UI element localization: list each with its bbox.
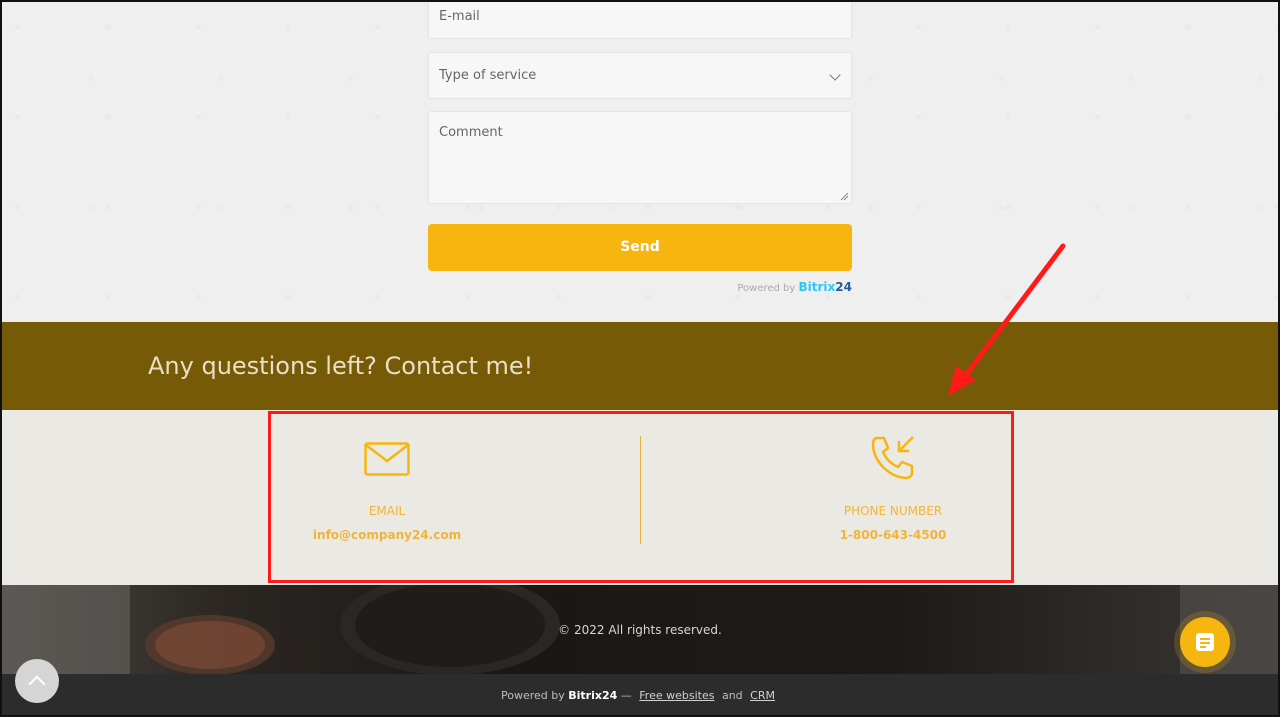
- annotation-arrow: [948, 243, 1066, 396]
